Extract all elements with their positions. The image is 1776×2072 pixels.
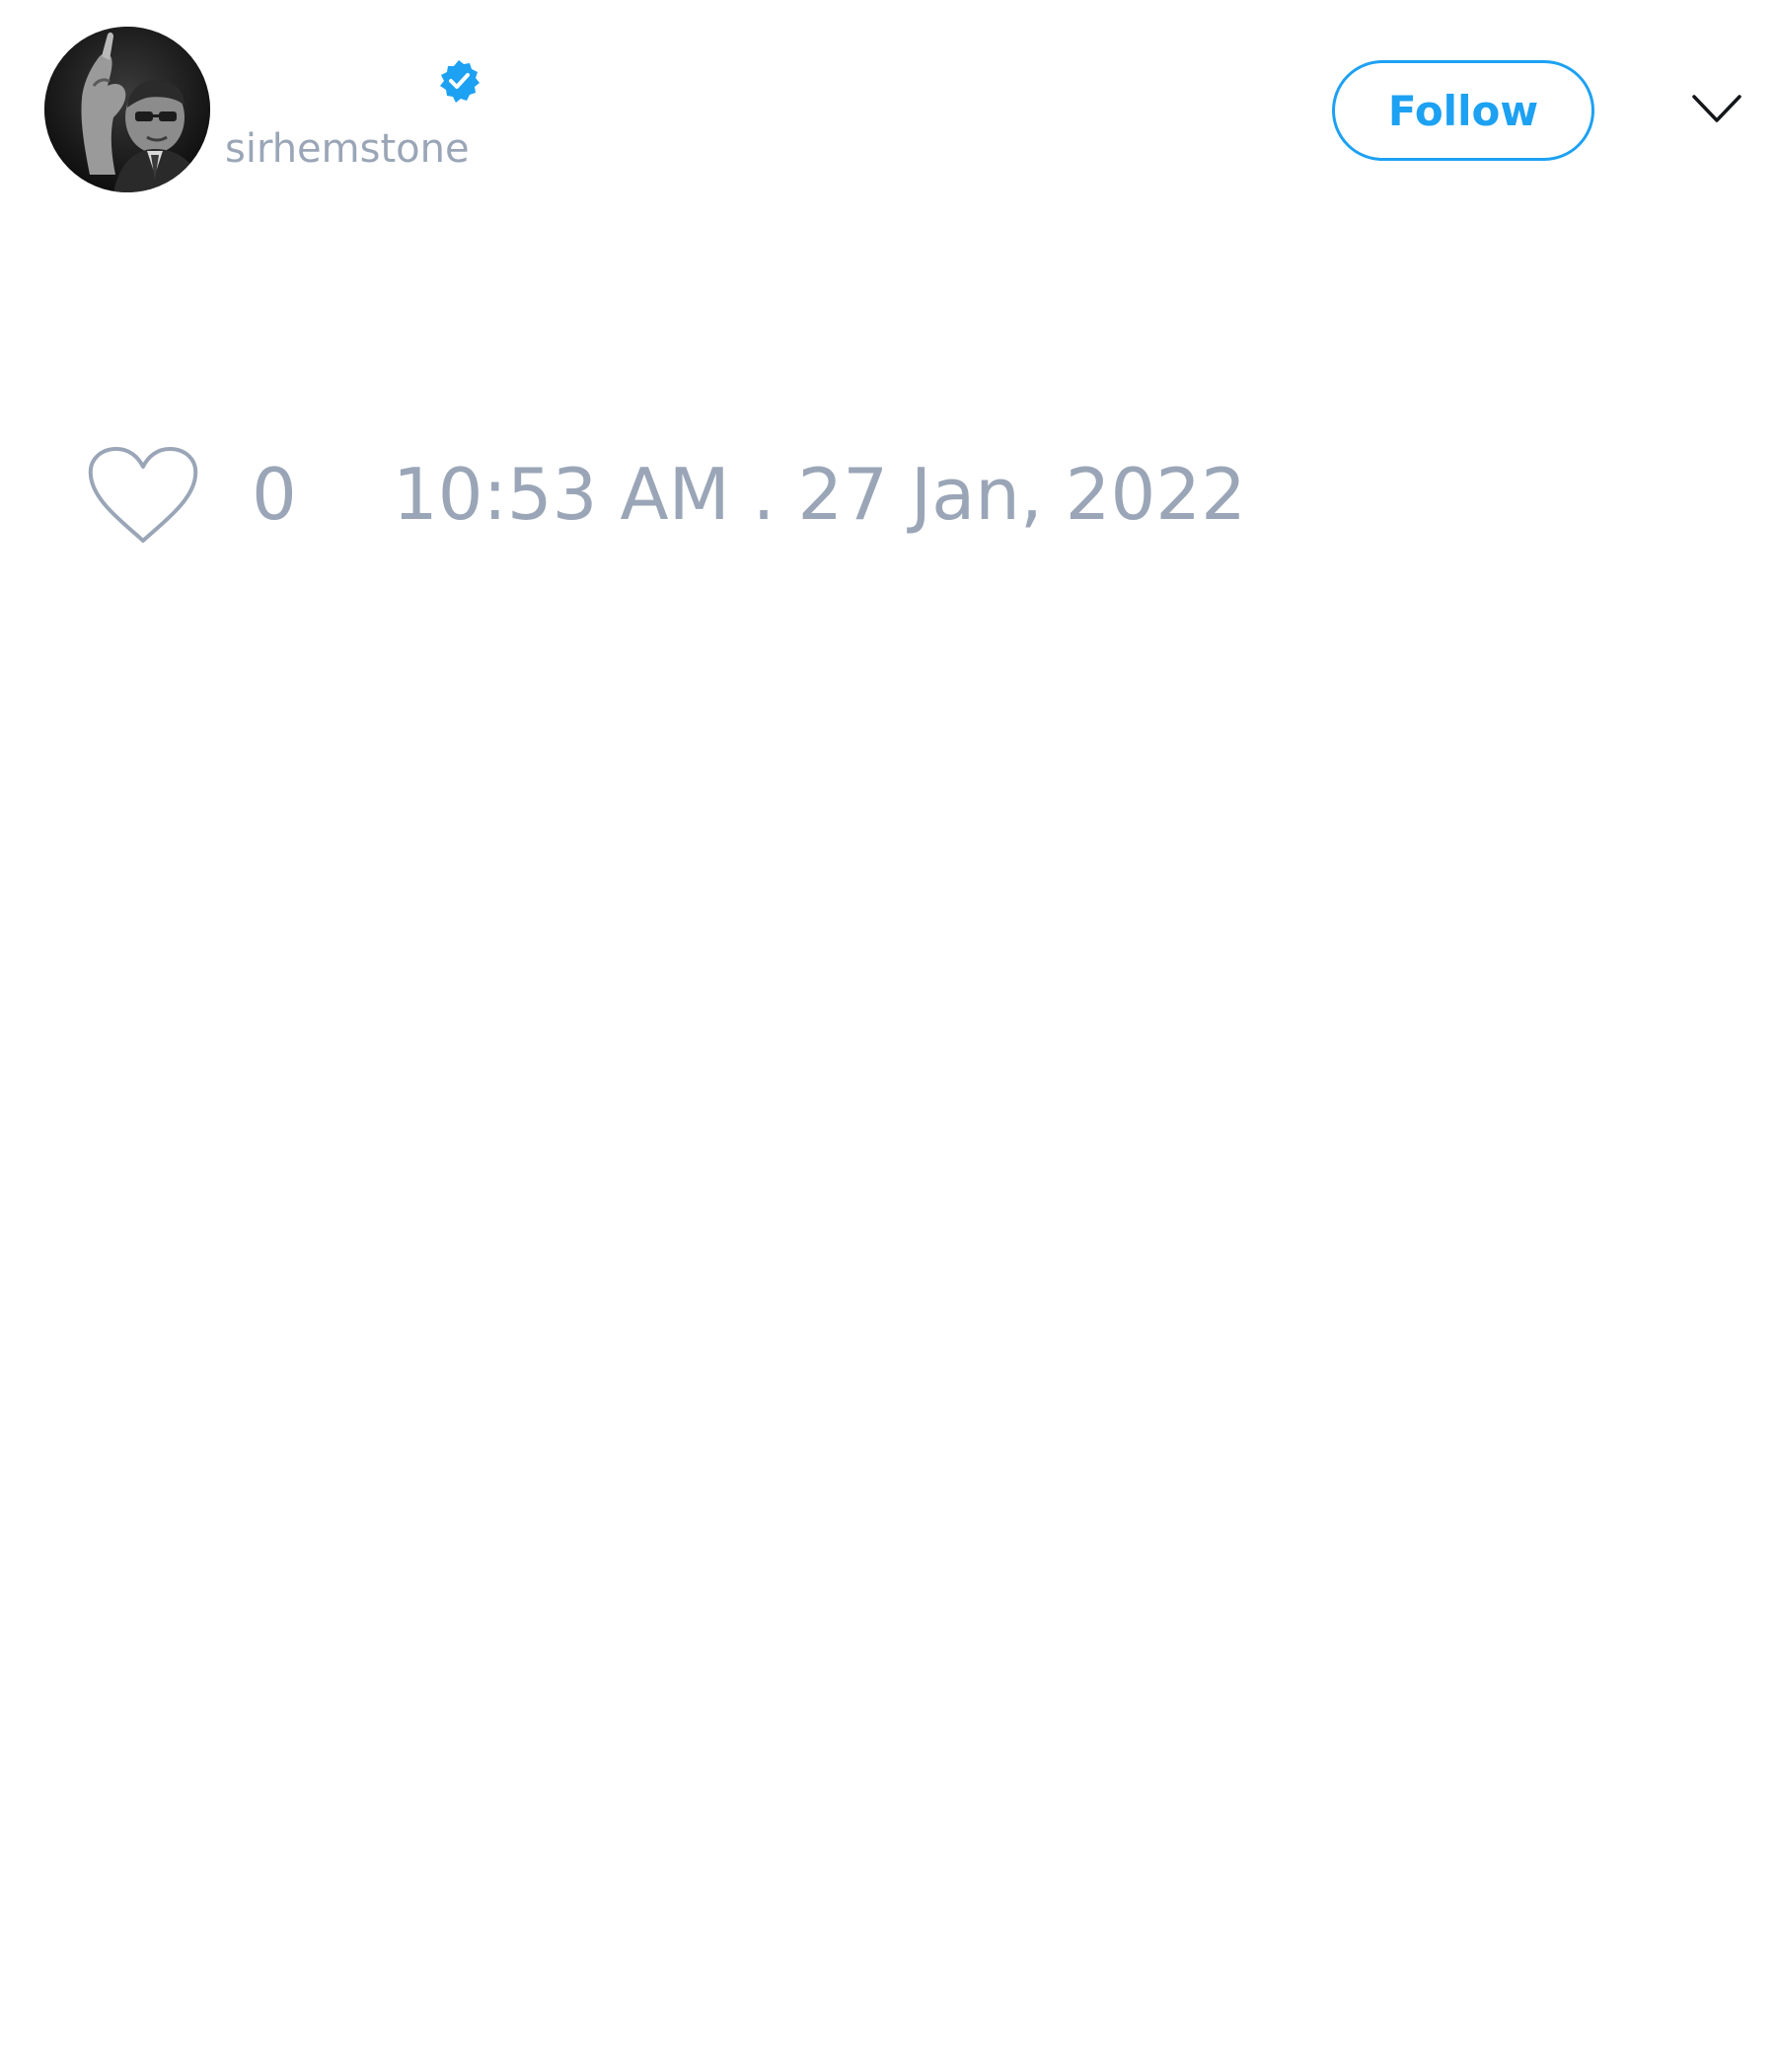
user-handle[interactable]: sirhemstone xyxy=(225,124,470,174)
profile-photo-icon xyxy=(44,27,210,192)
heart-outline-icon[interactable] xyxy=(87,446,199,545)
avatar[interactable] xyxy=(44,27,210,192)
follow-button[interactable]: Follow xyxy=(1332,60,1594,161)
verified-badge-icon xyxy=(436,58,481,104)
tweet-card: sirhemstone Follow 0 10:53 AM . 27 Jan, … xyxy=(0,0,1776,2072)
tweet-timestamp[interactable]: 10:53 AM . 27 Jan, 2022 xyxy=(393,450,1246,539)
like-count: 0 xyxy=(252,453,297,536)
chevron-down-icon[interactable] xyxy=(1691,93,1742,126)
